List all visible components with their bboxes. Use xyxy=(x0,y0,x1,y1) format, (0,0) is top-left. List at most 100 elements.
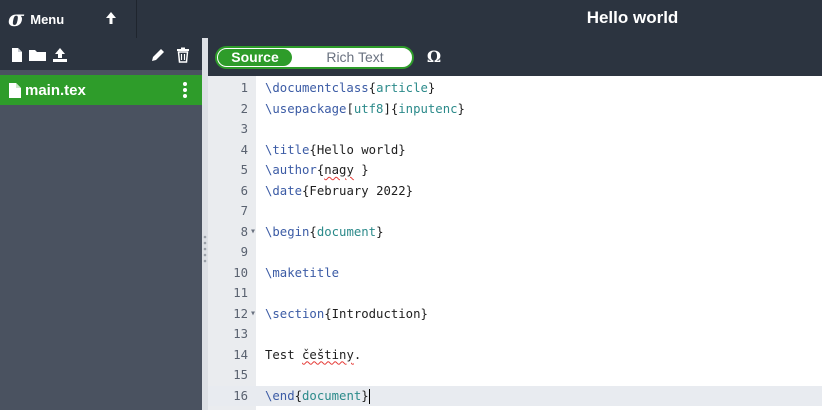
text-cursor xyxy=(368,388,370,404)
line-number: 15 xyxy=(233,368,248,382)
code-line[interactable]: 8 ▾ \begin{document} xyxy=(208,222,822,243)
code-token: ]{ xyxy=(383,101,399,116)
code-token: } xyxy=(361,388,369,403)
code-text: \documentclass{article} xyxy=(265,78,435,99)
code-token: } xyxy=(457,101,465,116)
spellcheck-word: češtiny xyxy=(302,347,354,362)
latex-command: \documentclass xyxy=(265,81,369,95)
new-folder-icon[interactable] xyxy=(28,47,48,63)
code-token: Test xyxy=(265,347,303,362)
rename-icon[interactable] xyxy=(150,47,166,63)
code-token: } xyxy=(376,224,384,239)
code-line[interactable]: 15 xyxy=(208,365,822,386)
fold-toggle-icon[interactable]: ▾ xyxy=(249,304,257,325)
code-token: {February 2022} xyxy=(302,183,414,198)
file-name: main.tex xyxy=(25,81,86,99)
code-line[interactable]: 16 \end{document} xyxy=(208,385,822,407)
code-text: \title{Hello world} xyxy=(265,140,406,161)
line-number: 4 xyxy=(240,142,248,157)
latex-command: \author xyxy=(265,163,317,177)
latex-argument: document xyxy=(316,224,377,239)
line-number: 8 xyxy=(240,224,248,239)
code-line[interactable]: 6 \date{February 2022} xyxy=(208,181,822,202)
code-line[interactable]: 9 xyxy=(208,242,822,263)
line-number: 7 xyxy=(240,204,248,218)
code-token: { xyxy=(294,388,303,403)
code-token: {Hello world} xyxy=(309,142,406,157)
spellcheck-word: nagy xyxy=(324,163,354,177)
upload-icon[interactable] xyxy=(101,9,121,29)
latex-argument: article xyxy=(376,81,428,95)
code-line[interactable]: 13 xyxy=(208,324,822,345)
file-options-icon[interactable] xyxy=(182,81,188,99)
code-line[interactable]: 17 xyxy=(208,406,822,410)
code-token: {Introduction} xyxy=(324,306,428,321)
line-number: 14 xyxy=(233,347,248,362)
code-text: Test češtiny. xyxy=(265,345,361,366)
symbol-palette-button[interactable]: Ω xyxy=(422,44,446,70)
code-line[interactable]: 7 xyxy=(208,201,822,222)
menu-label: Menu xyxy=(30,11,65,27)
code-token: } xyxy=(353,163,369,177)
code-text: \end{document} xyxy=(265,386,370,407)
editor-mode-toggle: Source Rich Text xyxy=(215,46,414,69)
code-line[interactable]: 11 xyxy=(208,283,822,304)
code-text: \section{Introduction} xyxy=(265,304,428,325)
logo-icon: σ xyxy=(8,6,25,32)
code-line[interactable]: 4 \title{Hello world} xyxy=(208,140,822,161)
line-number: 3 xyxy=(240,122,248,136)
code-line[interactable]: 3 xyxy=(208,119,822,140)
rich-text-mode-button[interactable]: Rich Text xyxy=(301,49,409,66)
code-line[interactable]: 12 ▾ \section{Introduction} xyxy=(208,304,822,325)
menu-button[interactable]: σ Menu xyxy=(8,7,64,31)
code-token: { xyxy=(309,224,317,239)
fold-toggle-icon[interactable]: ▾ xyxy=(249,222,257,243)
latex-argument: inputenc xyxy=(398,101,458,116)
file-tree-panel: main.tex xyxy=(0,38,202,410)
code-line[interactable]: 5 \author{nagy } xyxy=(208,160,822,181)
toolbar-divider xyxy=(136,0,137,38)
line-number: 9 xyxy=(240,245,248,259)
code-text: \begin{document} xyxy=(265,222,383,243)
line-number: 5 xyxy=(240,163,248,177)
latex-argument: document xyxy=(302,388,362,403)
code-line[interactable]: 10 \maketitle xyxy=(208,263,822,284)
code-line[interactable]: 2 \usepackage[utf8]{inputenc} xyxy=(208,99,822,120)
line-number: 2 xyxy=(240,101,248,116)
source-mode-button[interactable]: Source xyxy=(218,49,292,66)
code-text: \date{February 2022} xyxy=(265,181,413,202)
line-number: 6 xyxy=(240,183,248,198)
latex-command: \end xyxy=(265,388,295,403)
code-token: } xyxy=(427,81,436,95)
line-number: 11 xyxy=(233,286,248,300)
latex-command: \maketitle xyxy=(265,265,340,280)
upload-icon[interactable] xyxy=(51,47,69,63)
new-file-icon[interactable] xyxy=(9,47,25,63)
project-title: Hello world xyxy=(586,8,679,27)
top-bar: σ Menu Hello world xyxy=(0,0,822,38)
editor-toolbar: Source Rich Text Ω xyxy=(208,38,822,76)
line-number: 13 xyxy=(233,327,248,341)
code-text: \author{nagy } xyxy=(265,160,369,181)
line-number: 16 xyxy=(233,388,248,403)
latex-command: \usepackage xyxy=(265,101,347,116)
code-text: \usepackage[utf8]{inputenc} xyxy=(265,99,465,120)
code-line[interactable]: 1 \documentclass{article} xyxy=(208,78,822,99)
file-item-main-tex[interactable]: main.tex xyxy=(0,75,202,105)
latex-command: \title xyxy=(265,142,310,157)
file-tree-toolbar xyxy=(0,38,202,70)
line-number: 12 xyxy=(233,306,248,321)
file-icon xyxy=(9,82,21,98)
code-text: \maketitle xyxy=(265,263,339,284)
code-token: . xyxy=(353,347,362,362)
code-line[interactable]: 14 Test češtiny. xyxy=(208,345,822,366)
drag-handle-icon xyxy=(203,235,207,263)
code-editor[interactable]: 1 \documentclass{article} 2 \usepackage[utf… xyxy=(208,76,822,410)
latex-command: \begin xyxy=(265,224,310,239)
code-token: [ xyxy=(346,101,354,116)
line-number: 10 xyxy=(233,265,248,280)
line-number: 17 xyxy=(208,406,248,410)
delete-icon[interactable] xyxy=(175,47,191,63)
latex-command: \date xyxy=(265,183,303,198)
latex-command: \section xyxy=(265,306,325,321)
